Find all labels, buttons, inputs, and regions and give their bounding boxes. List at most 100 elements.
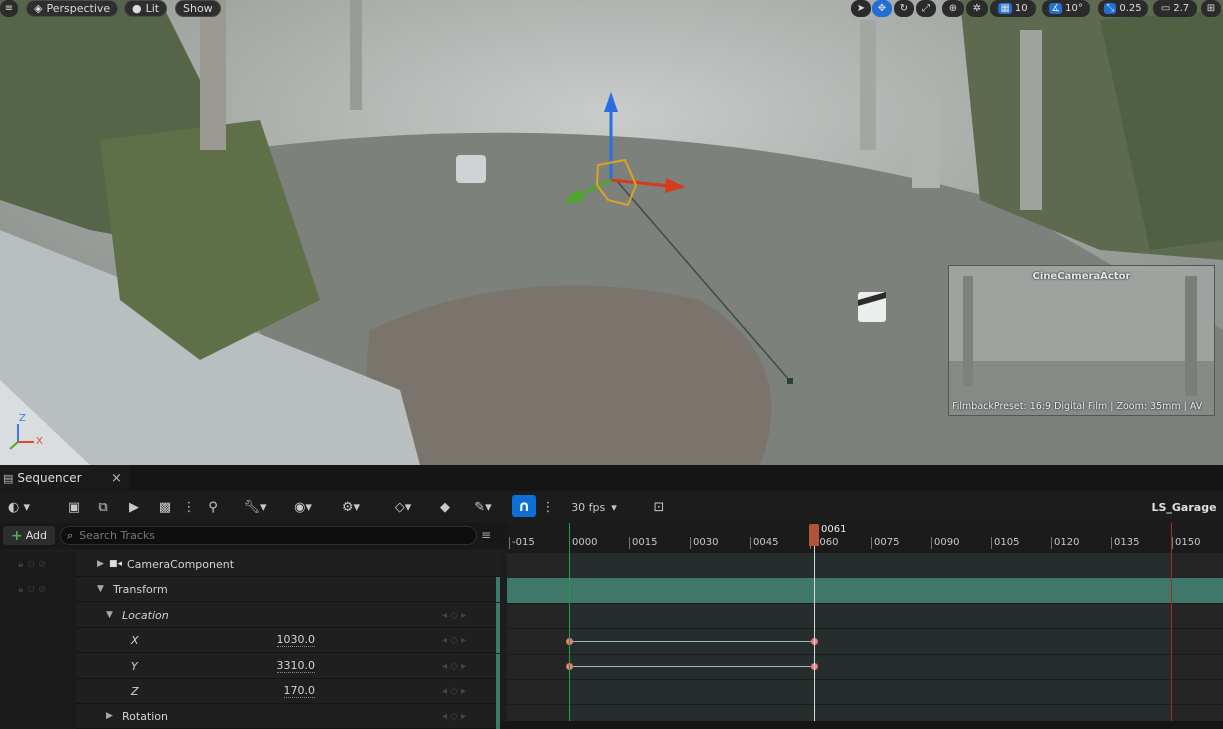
search-input[interactable] — [79, 529, 460, 542]
axis-x-label: X — [36, 436, 43, 447]
select-tool-icon[interactable]: ➤ — [851, 0, 871, 17]
key-interval-y — [569, 666, 815, 667]
key-navigation[interactable]: ◂ ◇ ▸ — [442, 661, 466, 672]
world-space-icon[interactable]: ⊕ — [942, 0, 964, 17]
outliner-search-row: + Add ⌕ ≡ — [0, 523, 507, 549]
track-row-location-x[interactable]: X 1030.0 ◂ ◇ ▸ — [0, 628, 500, 653]
track-row-location-y[interactable]: Y 3310.0 ◂ ◇ ▸ — [0, 654, 500, 679]
snap-options-icon[interactable]: ⋮ — [542, 497, 555, 517]
camera-icon: ▭ — [1160, 3, 1171, 14]
sequencer-tab-bar: ▤ Sequencer × — [0, 465, 1223, 491]
sequencer-toolbar: ◐ ▾ ▣ ⧉ ▶︎ ▩ ⋮ ⚲ 🔧︎▾ ◉▾ ⚙▾ ◇▾ ◆ ✎▾ ⋮ 30 … — [0, 491, 1223, 523]
chevron-down-icon: ▾ — [611, 500, 617, 514]
tab-sequencer[interactable]: ▤ Sequencer × — [0, 465, 130, 491]
playhead-line[interactable] — [814, 545, 815, 721]
fps-dropdown[interactable]: 30 fps ▾ — [566, 497, 622, 517]
viewport-menu-button[interactable]: ≡ — [0, 0, 18, 17]
grid-snap-button[interactable]: ▦ 10 — [990, 0, 1036, 17]
key-navigation[interactable]: ◂ ◇ ▸ — [442, 635, 466, 646]
render-movie-icon[interactable]: ▶︎ — [123, 497, 145, 517]
key-navigation[interactable]: ◂ ◇ ▸ — [442, 711, 466, 722]
track-row-transform[interactable]: 🔒︎ ⊙ ⊘ ▼ Transform — [0, 577, 500, 602]
translate-tool-icon[interactable]: ✥ — [872, 0, 892, 17]
track-lock-controls: 🔒︎ ⊙ ⊘ — [0, 552, 76, 577]
playback-start-marker[interactable] — [569, 523, 570, 721]
playhead-frame-label: 0061 — [821, 524, 847, 535]
track-gutter — [0, 603, 76, 628]
axis-z-label: Z — [19, 413, 26, 424]
key-interpolation-icon[interactable]: ◇▾ — [386, 497, 420, 517]
playback-options-icon[interactable]: ⚙▾ — [334, 497, 368, 517]
timeline-area[interactable]: -015 0000 0015 0030 0045 0060 0075 0090 … — [507, 523, 1223, 721]
key-navigation[interactable]: ◂ ◇ ▸ — [442, 610, 466, 621]
rotate-tool-icon[interactable]: ↻ — [894, 0, 914, 17]
track-row-camera-component[interactable]: 🔒︎ ⊙ ⊘ ▶ ■◂ CameraComponent — [0, 552, 500, 577]
filter-icon[interactable]: ≡ — [481, 528, 491, 542]
show-button[interactable]: Show — [175, 0, 221, 17]
edit-mode-icon[interactable]: ✎▾ — [466, 497, 500, 517]
location-y-value[interactable]: 3310.0 — [276, 659, 315, 673]
track-color-stripe — [496, 603, 500, 628]
collapse-arrow-icon[interactable]: ▼ — [106, 610, 113, 620]
tick-label: 0015 — [629, 537, 657, 549]
search-tracks-field[interactable]: ⌕ — [60, 526, 477, 545]
expand-arrow-icon[interactable]: ▶ — [97, 559, 104, 569]
track-gutter — [0, 628, 76, 653]
tick-label: 0045 — [750, 537, 778, 549]
tick-label: 0120 — [1051, 537, 1079, 549]
add-track-button[interactable]: + Add — [3, 526, 55, 545]
track-row-location-z[interactable]: Z 170.0 ◂ ◇ ▸ — [0, 679, 500, 704]
more-options-icon[interactable]: ⋮ — [183, 497, 196, 517]
level-viewport[interactable]: Z X ≡ ◈ Perspective ● Lit Show ➤ ✥ ↻ ⤢ ⊕… — [0, 0, 1223, 465]
rotation-snap-button[interactable]: ∡ 10° — [1042, 0, 1090, 17]
location-x-value[interactable]: 1030.0 — [276, 633, 315, 647]
track-lock-controls: 🔒︎ ⊙ ⊘ — [0, 577, 76, 602]
track-color-stripe — [496, 628, 500, 653]
track-color-stripe — [496, 679, 500, 704]
clapper-icon[interactable]: ▩ — [154, 497, 176, 517]
find-in-browser-icon[interactable]: ⧉ — [92, 497, 114, 517]
row-divider — [507, 628, 1223, 629]
tick-label: 0135 — [1111, 537, 1139, 549]
track-row-rotation[interactable]: ▶ Rotation ◂ ◇ ▸ — [0, 704, 500, 729]
track-color-stripe — [496, 704, 500, 729]
tick-label: 0030 — [690, 537, 718, 549]
scale-tool-icon[interactable]: ⤢ — [916, 0, 936, 17]
track-row-location[interactable]: ▼ Location ◂ ◇ ▸ — [0, 603, 500, 628]
maximize-viewport-icon[interactable]: ⊞ — [1201, 0, 1221, 17]
camera-speed-button[interactable]: ▭ 2.7 — [1153, 0, 1197, 17]
cube-icon: ◈ — [34, 2, 43, 15]
save-icon[interactable]: ▣ — [64, 497, 84, 517]
auto-key-icon[interactable]: ◆ — [434, 497, 456, 517]
transform-section-bar[interactable] — [507, 578, 1223, 603]
perspective-button[interactable]: ◈ Perspective — [26, 0, 119, 17]
curve-editor-icon[interactable]: ⊡ — [648, 497, 670, 517]
playback-end-marker[interactable] — [1171, 523, 1172, 721]
track-color-stripe — [496, 654, 500, 679]
view-options-icon[interactable]: ◉▾ — [285, 497, 321, 517]
time-ruler[interactable]: -015 0000 0015 0030 0045 0060 0075 0090 … — [507, 523, 1223, 553]
sequencer-icon: ▤ — [3, 471, 14, 485]
snap-toggle-button[interactable]: ∩ — [512, 495, 536, 517]
scale-snap-icon: ⤡ — [1104, 3, 1117, 14]
surface-snap-icon[interactable]: ✲ — [966, 0, 988, 17]
playhead-handle[interactable] — [809, 524, 819, 546]
scale-snap-button[interactable]: ⤡ 0.25 — [1098, 0, 1148, 17]
preview-scene — [949, 266, 1214, 415]
world-settings-icon[interactable]: ◐ ▾ — [2, 497, 36, 517]
preview-title: CineCameraActor — [1032, 271, 1131, 282]
track-gutter — [0, 654, 76, 679]
actions-icon[interactable]: ⚲ — [202, 497, 224, 517]
tick-label: 0150 — [1172, 537, 1200, 549]
close-icon[interactable]: × — [111, 471, 122, 486]
grid-icon: ▦ — [998, 3, 1012, 14]
key-navigation[interactable]: ◂ ◇ ▸ — [442, 686, 466, 697]
track-outliner: + Add ⌕ ≡ 🔒︎ ⊙ ⊘ ▶ ■◂ CameraComponent 🔒︎… — [0, 523, 507, 729]
wrench-icon[interactable]: 🔧︎▾ — [238, 497, 272, 517]
lit-button[interactable]: ● Lit — [124, 0, 168, 17]
expand-arrow-icon[interactable]: ▶ — [106, 711, 113, 721]
sphere-icon: ● — [132, 2, 142, 15]
collapse-arrow-icon[interactable]: ▼ — [97, 584, 104, 594]
plus-icon: + — [10, 527, 23, 544]
location-z-value[interactable]: 170.0 — [283, 684, 315, 698]
